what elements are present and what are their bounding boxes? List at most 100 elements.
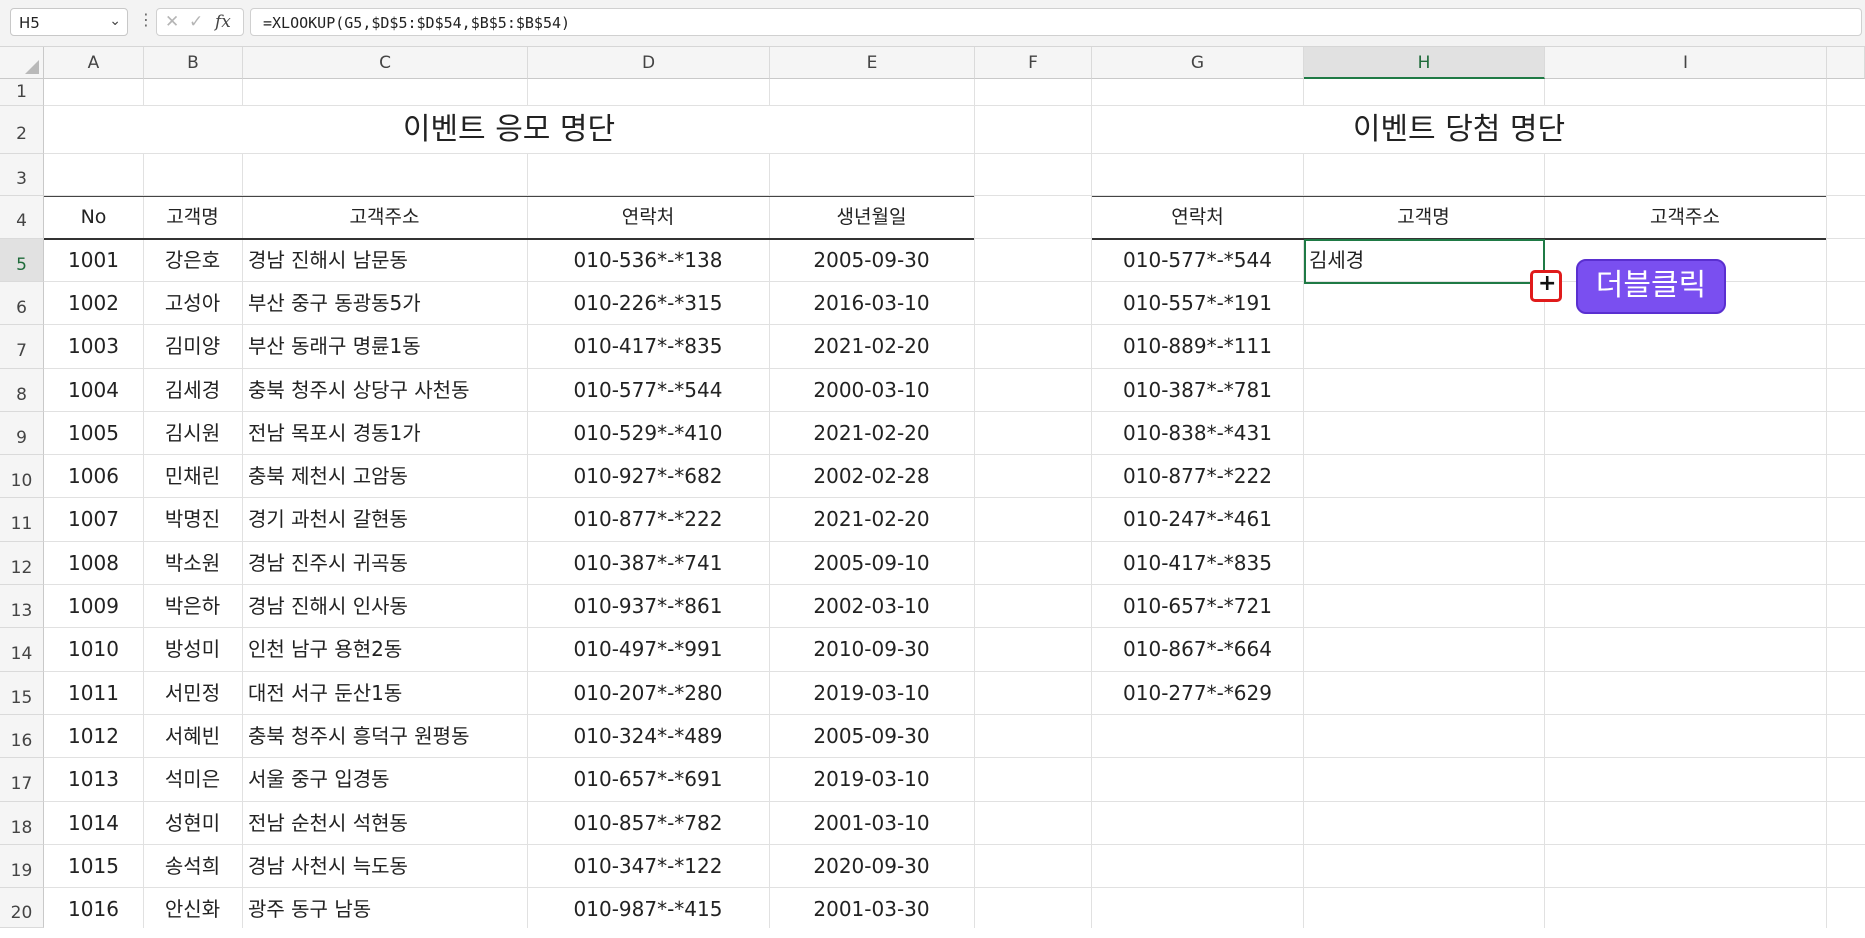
cell-birthdate[interactable]: 2001-03-10 (769, 802, 974, 845)
cell-customer-address[interactable]: 전남 목포시 경동1가 (242, 412, 527, 455)
cell-customer-name[interactable]: 강은호 (143, 239, 242, 282)
cell-customer-name[interactable]: 박소원 (143, 542, 242, 585)
cell-customer-name[interactable]: 방성미 (143, 628, 242, 671)
cell-birthdate[interactable]: 2005-09-30 (769, 715, 974, 758)
cell-customer-name[interactable]: 김세경 (143, 369, 242, 412)
cell-contact[interactable]: 010-387*-*741 (527, 542, 769, 585)
cell-customer-address-right[interactable] (1544, 455, 1826, 498)
cell-no[interactable]: 1011 (44, 672, 143, 715)
check-icon[interactable]: ✓ (189, 12, 203, 32)
cell-customer-name[interactable]: 김미양 (143, 325, 242, 368)
cell-customer-address[interactable]: 전남 순천시 석현동 (242, 802, 527, 845)
cell-contact-right[interactable]: 010-877*-*222 (1092, 455, 1303, 498)
cell-customer-address[interactable]: 인천 남구 용현2동 (242, 628, 527, 671)
active-cell-selection[interactable] (1304, 239, 1545, 284)
cell-no[interactable]: 1008 (44, 542, 143, 585)
column-header-b[interactable]: B (144, 47, 243, 79)
cell-customer-name[interactable]: 박은하 (143, 585, 242, 628)
cell-contact-right[interactable]: 010-277*-*629 (1092, 672, 1303, 715)
cell-customer-name[interactable]: 송석희 (143, 845, 242, 888)
cell-contact[interactable]: 010-226*-*315 (527, 282, 769, 325)
cell-customer-name-right[interactable] (1303, 585, 1544, 628)
row-header-10[interactable]: 10 (0, 455, 44, 498)
cell-customer-name[interactable]: 성현미 (143, 802, 242, 845)
fill-handle[interactable]: + (1530, 270, 1562, 302)
cell-contact[interactable]: 010-497*-*991 (527, 628, 769, 671)
cell-birthdate[interactable]: 2021-02-20 (769, 498, 974, 541)
column-header-g[interactable]: G (1092, 47, 1304, 79)
cell-contact[interactable]: 010-417*-*835 (527, 325, 769, 368)
cell-contact[interactable]: 010-577*-*544 (527, 369, 769, 412)
cell-contact-right[interactable]: 010-417*-*835 (1092, 542, 1303, 585)
row-header-18[interactable]: 18 (0, 802, 44, 845)
column-header-h[interactable]: H (1304, 47, 1545, 79)
row-header-6[interactable]: 6 (0, 282, 44, 325)
cell-contact[interactable]: 010-857*-*782 (527, 802, 769, 845)
cell-birthdate[interactable]: 2019-03-10 (769, 672, 974, 715)
row-header-15[interactable]: 15 (0, 672, 44, 715)
row-header-7[interactable]: 7 (0, 325, 44, 369)
cell-customer-address-right[interactable] (1544, 412, 1826, 455)
row-header-17[interactable]: 17 (0, 758, 44, 802)
row-header-1[interactable]: 1 (0, 79, 44, 106)
cell-customer-address[interactable]: 대전 서구 둔산1동 (242, 672, 527, 715)
row-header-20[interactable]: 20 (0, 888, 44, 928)
cell-customer-name-right[interactable] (1303, 672, 1544, 715)
cell-no[interactable]: 1014 (44, 802, 143, 845)
chevron-down-icon[interactable]: ⌄ (109, 13, 121, 29)
cell-customer-name[interactable]: 서민정 (143, 672, 242, 715)
cell-customer-name-right[interactable] (1303, 498, 1544, 541)
cell-no[interactable]: 1016 (44, 888, 143, 931)
cell-no[interactable]: 1003 (44, 325, 143, 368)
cell-birthdate[interactable]: 2021-02-20 (769, 412, 974, 455)
cell-customer-address-right[interactable] (1544, 585, 1826, 628)
cell-no[interactable]: 1002 (44, 282, 143, 325)
cell-contact-right[interactable]: 010-247*-*461 (1092, 498, 1303, 541)
cell-contact-right[interactable]: 010-657*-*721 (1092, 585, 1303, 628)
row-header-4[interactable]: 4 (0, 196, 44, 239)
cell-birthdate[interactable]: 2000-03-10 (769, 369, 974, 412)
cell-customer-address[interactable]: 서울 중구 입경동 (242, 758, 527, 801)
cell-customer-name-right[interactable] (1303, 542, 1544, 585)
cell-customer-name-right[interactable] (1303, 325, 1544, 368)
cell-customer-address[interactable]: 부산 중구 동광동5가 (242, 282, 527, 325)
column-header-c[interactable]: C (243, 47, 528, 79)
cell-customer-address-right[interactable] (1544, 325, 1826, 368)
cell-contact-right[interactable]: 010-867*-*664 (1092, 628, 1303, 671)
row-header-14[interactable]: 14 (0, 628, 44, 672)
insert-function-icon[interactable]: fx (215, 12, 231, 32)
cell-customer-name-right[interactable] (1303, 282, 1544, 325)
row-header-19[interactable]: 19 (0, 845, 44, 888)
cell-no[interactable]: 1009 (44, 585, 143, 628)
cell-customer-address-right[interactable] (1544, 542, 1826, 585)
cell-customer-address-right[interactable] (1544, 672, 1826, 715)
cell-birthdate[interactable]: 2019-03-10 (769, 758, 974, 801)
cell-birthdate[interactable]: 2016-03-10 (769, 282, 974, 325)
cell-no[interactable]: 1001 (44, 239, 143, 282)
column-header-e[interactable]: E (770, 47, 975, 79)
cell-contact-right[interactable]: 010-889*-*111 (1092, 325, 1303, 368)
cell-customer-address-right[interactable] (1544, 628, 1826, 671)
cell-customer-name[interactable]: 민채린 (143, 455, 242, 498)
cancel-icon[interactable]: ✕ (165, 12, 179, 32)
column-header-d[interactable]: D (528, 47, 770, 79)
row-header-3[interactable]: 3 (0, 154, 44, 196)
cell-customer-name[interactable]: 고성아 (143, 282, 242, 325)
column-header-i[interactable]: I (1545, 47, 1827, 79)
row-header-13[interactable]: 13 (0, 585, 44, 628)
row-header-12[interactable]: 12 (0, 542, 44, 585)
column-header-j[interactable] (1827, 47, 1865, 79)
cell-contact-right[interactable]: 010-557*-*191 (1092, 282, 1303, 325)
cell-customer-name[interactable]: 안신화 (143, 888, 242, 931)
cell-customer-address[interactable]: 충북 청주시 상당구 사천동 (242, 369, 527, 412)
cell-customer-address[interactable]: 부산 동래구 명륜1동 (242, 325, 527, 368)
cell-contact[interactable]: 010-877*-*222 (527, 498, 769, 541)
cell-contact[interactable]: 010-937*-*861 (527, 585, 769, 628)
cell-no[interactable]: 1006 (44, 455, 143, 498)
cell-contact[interactable]: 010-657*-*691 (527, 758, 769, 801)
row-header-16[interactable]: 16 (0, 715, 44, 758)
cell-contact[interactable]: 010-207*-*280 (527, 672, 769, 715)
cell-contact[interactable]: 010-987*-*415 (527, 888, 769, 931)
cell-no[interactable]: 1015 (44, 845, 143, 888)
row-header-9[interactable]: 9 (0, 412, 44, 455)
